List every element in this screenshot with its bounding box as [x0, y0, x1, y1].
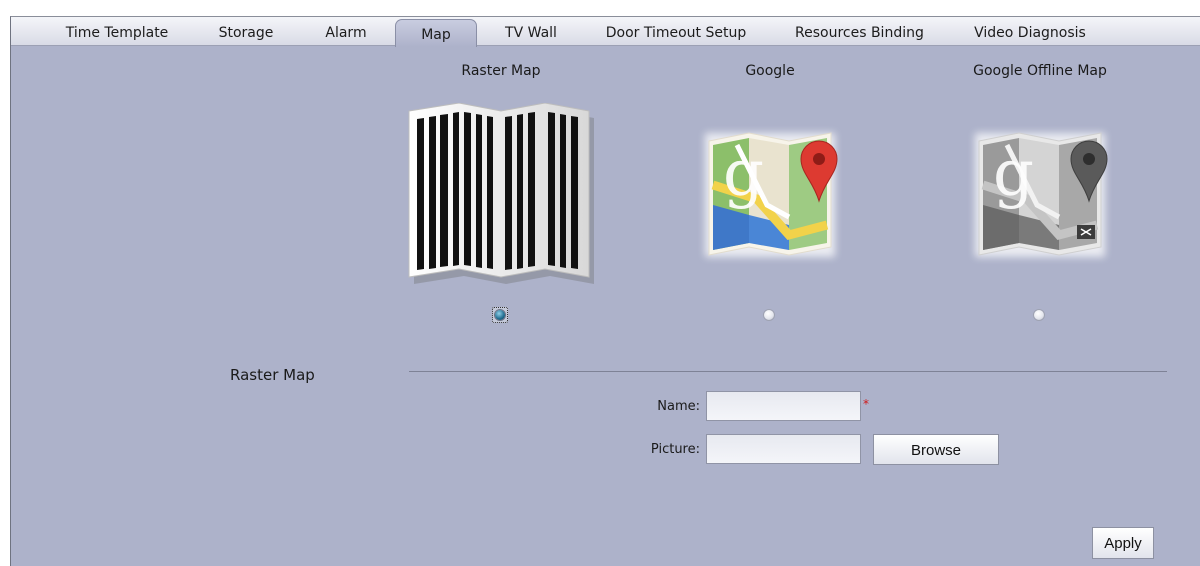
section-divider — [409, 371, 1167, 372]
option-label-google: Google — [745, 63, 795, 79]
svg-text:g: g — [993, 137, 1034, 211]
name-input[interactable] — [706, 391, 861, 421]
raster-map-radio[interactable] — [492, 307, 508, 323]
google-offline-map-radio[interactable] — [1033, 309, 1045, 321]
tab-video-diagnosis[interactable]: Video Diagnosis — [969, 17, 1091, 46]
tab-bar: Time Template Storage Alarm Map TV Wall … — [11, 17, 1200, 47]
google-radio[interactable] — [763, 309, 775, 321]
name-label: Name: — [657, 399, 700, 414]
google-offline-map-icon[interactable]: g — [967, 125, 1113, 265]
svg-text:g: g — [723, 137, 764, 211]
browse-button[interactable]: Browse — [873, 434, 999, 465]
tab-door-timeout-setup[interactable]: Door Timeout Setup — [605, 17, 747, 46]
google-map-icon[interactable]: g — [697, 125, 843, 265]
tab-alarm[interactable]: Alarm — [322, 17, 370, 46]
tab-resources-binding[interactable]: Resources Binding — [795, 17, 924, 46]
tab-map[interactable]: Map — [395, 19, 477, 47]
tab-time-template[interactable]: Time Template — [63, 17, 171, 46]
tab-tv-wall[interactable]: TV Wall — [500, 17, 562, 46]
tab-storage[interactable]: Storage — [215, 17, 277, 46]
raster-map-icon[interactable] — [405, 103, 595, 287]
map-settings-panel: Time Template Storage Alarm Map TV Wall … — [10, 16, 1200, 566]
picture-label: Picture: — [650, 442, 700, 457]
apply-button[interactable]: Apply — [1092, 527, 1154, 559]
option-label-raster-map: Raster Map — [461, 63, 541, 79]
section-title-raster-map: Raster Map — [230, 366, 315, 384]
picture-input[interactable] — [706, 434, 861, 464]
required-mark: * — [863, 397, 869, 411]
option-label-google-offline-map: Google Offline Map — [973, 63, 1107, 79]
